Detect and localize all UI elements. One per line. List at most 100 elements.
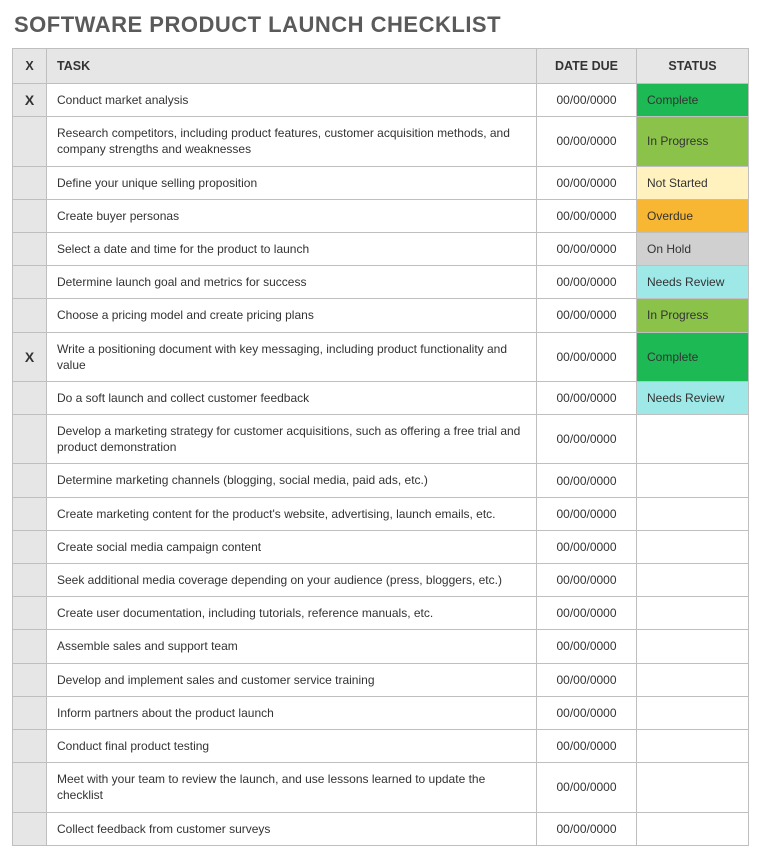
check-cell[interactable] (13, 415, 47, 464)
page-title: SOFTWARE PRODUCT LAUNCH CHECKLIST (14, 12, 749, 38)
task-cell: Conduct market analysis (47, 84, 537, 117)
date-cell[interactable]: 00/00/0000 (537, 464, 637, 497)
header-row: X TASK DATE DUE STATUS (13, 49, 749, 84)
task-cell: Create user documentation, including tut… (47, 597, 537, 630)
check-cell[interactable] (13, 266, 47, 299)
status-cell[interactable]: In Progress (637, 117, 749, 166)
status-cell[interactable] (637, 415, 749, 464)
task-cell: Write a positioning document with key me… (47, 332, 537, 381)
check-cell[interactable] (13, 117, 47, 166)
check-cell[interactable] (13, 166, 47, 199)
table-row: Assemble sales and support team00/00/000… (13, 630, 749, 663)
date-cell[interactable]: 00/00/0000 (537, 266, 637, 299)
date-cell[interactable]: 00/00/0000 (537, 497, 637, 530)
date-cell[interactable]: 00/00/0000 (537, 332, 637, 381)
check-cell[interactable] (13, 232, 47, 265)
check-cell[interactable] (13, 663, 47, 696)
table-row: Create marketing content for the product… (13, 497, 749, 530)
check-cell[interactable] (13, 530, 47, 563)
task-cell: Research competitors, including product … (47, 117, 537, 166)
date-cell[interactable]: 00/00/0000 (537, 299, 637, 332)
check-cell[interactable] (13, 564, 47, 597)
status-cell[interactable]: Needs Review (637, 266, 749, 299)
checklist-table: X TASK DATE DUE STATUS XConduct market a… (12, 48, 749, 846)
check-cell[interactable] (13, 597, 47, 630)
header-date: DATE DUE (537, 49, 637, 84)
date-cell[interactable]: 00/00/0000 (537, 597, 637, 630)
status-cell[interactable] (637, 464, 749, 497)
check-cell[interactable] (13, 630, 47, 663)
check-cell[interactable]: X (13, 332, 47, 381)
date-cell[interactable]: 00/00/0000 (537, 729, 637, 762)
check-cell[interactable]: X (13, 84, 47, 117)
header-check: X (13, 49, 47, 84)
check-cell[interactable] (13, 763, 47, 812)
task-cell: Select a date and time for the product t… (47, 232, 537, 265)
table-row: Define your unique selling proposition00… (13, 166, 749, 199)
status-cell[interactable]: In Progress (637, 299, 749, 332)
status-cell[interactable] (637, 663, 749, 696)
date-cell[interactable]: 00/00/0000 (537, 530, 637, 563)
status-cell[interactable] (637, 530, 749, 563)
status-cell[interactable] (637, 729, 749, 762)
date-cell[interactable]: 00/00/0000 (537, 84, 637, 117)
date-cell[interactable]: 00/00/0000 (537, 199, 637, 232)
status-cell[interactable] (637, 763, 749, 812)
task-cell: Assemble sales and support team (47, 630, 537, 663)
check-cell[interactable] (13, 696, 47, 729)
date-cell[interactable]: 00/00/0000 (537, 663, 637, 696)
date-cell[interactable]: 00/00/0000 (537, 381, 637, 414)
status-cell[interactable] (637, 812, 749, 845)
status-cell[interactable] (637, 630, 749, 663)
task-cell: Develop a marketing strategy for custome… (47, 415, 537, 464)
table-row: Choose a pricing model and create pricin… (13, 299, 749, 332)
status-cell[interactable] (637, 597, 749, 630)
table-row: Seek additional media coverage depending… (13, 564, 749, 597)
date-cell[interactable]: 00/00/0000 (537, 812, 637, 845)
task-cell: Inform partners about the product launch (47, 696, 537, 729)
task-cell: Collect feedback from customer surveys (47, 812, 537, 845)
task-cell: Develop and implement sales and customer… (47, 663, 537, 696)
task-cell: Create buyer personas (47, 199, 537, 232)
task-cell: Define your unique selling proposition (47, 166, 537, 199)
header-status: STATUS (637, 49, 749, 84)
check-cell[interactable] (13, 729, 47, 762)
check-cell[interactable] (13, 464, 47, 497)
check-cell[interactable] (13, 299, 47, 332)
status-cell[interactable]: Needs Review (637, 381, 749, 414)
table-row: Create social media campaign content00/0… (13, 530, 749, 563)
date-cell[interactable]: 00/00/0000 (537, 415, 637, 464)
table-row: Select a date and time for the product t… (13, 232, 749, 265)
check-cell[interactable] (13, 497, 47, 530)
task-cell: Conduct final product testing (47, 729, 537, 762)
status-cell[interactable] (637, 564, 749, 597)
header-task: TASK (47, 49, 537, 84)
date-cell[interactable]: 00/00/0000 (537, 696, 637, 729)
date-cell[interactable]: 00/00/0000 (537, 630, 637, 663)
date-cell[interactable]: 00/00/0000 (537, 117, 637, 166)
task-cell: Seek additional media coverage depending… (47, 564, 537, 597)
status-cell[interactable]: On Hold (637, 232, 749, 265)
task-cell: Meet with your team to review the launch… (47, 763, 537, 812)
table-row: Determine launch goal and metrics for su… (13, 266, 749, 299)
status-cell[interactable]: Overdue (637, 199, 749, 232)
date-cell[interactable]: 00/00/0000 (537, 232, 637, 265)
status-cell[interactable]: Not Started (637, 166, 749, 199)
task-cell: Determine launch goal and metrics for su… (47, 266, 537, 299)
table-row: XConduct market analysis00/00/0000Comple… (13, 84, 749, 117)
task-cell: Choose a pricing model and create pricin… (47, 299, 537, 332)
task-cell: Create marketing content for the product… (47, 497, 537, 530)
date-cell[interactable]: 00/00/0000 (537, 166, 637, 199)
status-cell[interactable]: Complete (637, 332, 749, 381)
table-row: Develop a marketing strategy for custome… (13, 415, 749, 464)
check-cell[interactable] (13, 381, 47, 414)
check-cell[interactable] (13, 199, 47, 232)
status-cell[interactable] (637, 696, 749, 729)
date-cell[interactable]: 00/00/0000 (537, 564, 637, 597)
table-row: Do a soft launch and collect customer fe… (13, 381, 749, 414)
status-cell[interactable]: Complete (637, 84, 749, 117)
date-cell[interactable]: 00/00/0000 (537, 763, 637, 812)
check-cell[interactable] (13, 812, 47, 845)
table-row: Collect feedback from customer surveys00… (13, 812, 749, 845)
status-cell[interactable] (637, 497, 749, 530)
